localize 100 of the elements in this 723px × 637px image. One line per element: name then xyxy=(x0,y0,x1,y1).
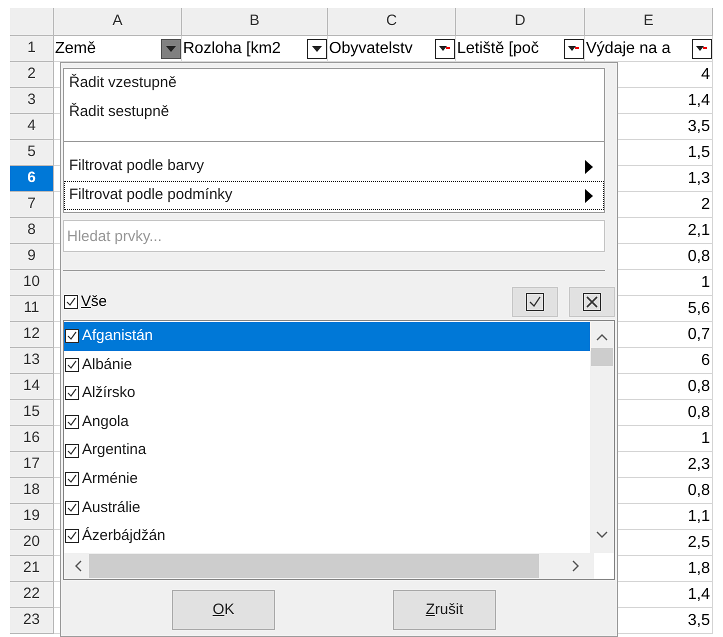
list-item-label: Afganistán xyxy=(82,326,153,346)
cell-value: 1,5 xyxy=(688,142,710,162)
row-header[interactable]: 9 xyxy=(10,244,54,270)
search-field[interactable]: Hledat prvky... xyxy=(63,220,605,252)
uncheck-all-button[interactable] xyxy=(569,287,615,317)
row-header[interactable]: 16 xyxy=(10,426,54,452)
row-header[interactable]: 4 xyxy=(10,114,54,140)
cell-value: 2 xyxy=(701,194,710,214)
check-all-button[interactable] xyxy=(512,287,558,317)
column-header[interactable]: C xyxy=(328,8,456,36)
row-header[interactable]: 18 xyxy=(10,478,54,504)
vertical-scrollbar[interactable] xyxy=(590,321,614,553)
row-header[interactable]: 19 xyxy=(10,504,54,530)
list-item-label: Alžírsko xyxy=(82,383,136,404)
cell-value: 2,3 xyxy=(688,454,710,474)
menu-item[interactable]: Filtrovat podle barvy xyxy=(64,152,604,181)
menu-item[interactable]: Filtrovat podle podmínky xyxy=(64,181,604,210)
cell-value: 1,4 xyxy=(688,584,710,604)
cell-value: 5,6 xyxy=(688,298,710,318)
list-item[interactable]: Afganistán xyxy=(64,322,593,351)
list-item-label: Argentina xyxy=(82,440,146,460)
list-item-label: Ázerbájdžán xyxy=(82,526,166,546)
autofilter-button[interactable] xyxy=(307,38,327,58)
list-item[interactable]: Angola xyxy=(64,408,593,436)
row-header[interactable]: 6 xyxy=(10,166,54,192)
list-item-label: Albánie xyxy=(82,354,132,375)
cell-value: 2,1 xyxy=(688,220,710,240)
row-header[interactable]: 13 xyxy=(10,348,54,374)
cell-value: 1 xyxy=(701,428,710,448)
row-header[interactable]: 3 xyxy=(10,88,54,114)
row-header[interactable]: 10 xyxy=(10,270,54,296)
cell-value: 0,8 xyxy=(688,402,710,422)
menu-item-label: Filtrovat podle podmínky xyxy=(69,185,232,206)
row-header[interactable]: 8 xyxy=(10,218,54,244)
row-header[interactable]: 22 xyxy=(10,582,54,608)
row-header[interactable]: 17 xyxy=(10,452,54,478)
list-item-label: Angola xyxy=(82,412,129,432)
cell-value: 4 xyxy=(701,64,710,84)
cell-value: 6 xyxy=(701,350,710,370)
column-header[interactable]: B xyxy=(182,8,328,36)
list-item[interactable]: Arménie xyxy=(64,464,593,494)
autofilter-button[interactable] xyxy=(161,38,181,58)
dialog-button[interactable]: OK xyxy=(172,590,275,630)
row-header[interactable]: 5 xyxy=(10,140,54,166)
cell-value: 3,5 xyxy=(688,610,710,630)
submenu-arrow-icon xyxy=(585,160,593,174)
cell-value: 0,8 xyxy=(688,246,710,266)
list-item[interactable]: Argentina xyxy=(64,436,593,465)
cell-value: 3,5 xyxy=(688,116,710,136)
list-item[interactable]: Ázerbájdžán xyxy=(64,522,593,551)
scrollbar-thumb[interactable] xyxy=(591,348,613,366)
list-item-label: Austrálie xyxy=(82,498,140,518)
submenu-arrow-icon xyxy=(585,188,593,202)
scroll-down-icon xyxy=(596,531,608,539)
column-header[interactable]: E xyxy=(585,8,713,36)
list-item[interactable]: Alžírsko xyxy=(64,379,593,408)
autofilter-button[interactable] xyxy=(564,38,584,58)
list-item[interactable]: Albánie xyxy=(64,350,593,380)
cell-value: 0,8 xyxy=(688,376,710,396)
horizontal-scrollbar[interactable] xyxy=(64,553,594,579)
cell-text: Obyvatelstv xyxy=(328,38,413,58)
corner-cell xyxy=(10,8,54,36)
row-header[interactable]: 20 xyxy=(10,530,54,556)
autofilter-button[interactable] xyxy=(435,38,455,58)
cell-value: 0,8 xyxy=(688,480,710,500)
cell-text: Země xyxy=(54,38,96,58)
scroll-up-icon xyxy=(596,333,608,341)
cell-value: 1,4 xyxy=(688,90,710,110)
list-item[interactable]: Austrálie xyxy=(64,494,593,522)
cell-value: 1,3 xyxy=(688,168,710,188)
column-header[interactable]: A xyxy=(54,8,182,36)
autofilter-button[interactable] xyxy=(692,38,712,58)
cell-value: 1,1 xyxy=(688,506,710,526)
row-header[interactable]: 11 xyxy=(10,296,54,322)
row-header[interactable]: 21 xyxy=(10,556,54,582)
row-header[interactable]: 15 xyxy=(10,400,54,426)
cell-value: 1 xyxy=(701,272,710,292)
row-header[interactable]: 12 xyxy=(10,322,54,348)
cell-value: 1,8 xyxy=(688,558,710,578)
menu-item[interactable]: Řadit sestupně xyxy=(64,98,604,127)
list-item-label: Arménie xyxy=(82,469,138,490)
row-header[interactable]: 1 xyxy=(10,36,54,62)
close-icon xyxy=(583,293,601,311)
row-header[interactable]: 2 xyxy=(10,62,54,88)
cell-value: 0,7 xyxy=(688,324,710,344)
menu-item-label: Filtrovat podle barvy xyxy=(69,156,204,176)
row-header[interactable]: 14 xyxy=(10,374,54,400)
select-all-checkbox[interactable]: Vše xyxy=(63,290,107,314)
dialog-button[interactable]: Zrušit xyxy=(393,590,496,630)
scrollbar-thumb[interactable] xyxy=(89,554,539,578)
menu-item-label: Řadit sestupně xyxy=(69,102,170,122)
row-header[interactable]: 23 xyxy=(10,608,54,634)
cell-text: Letiště [poč xyxy=(456,38,539,58)
checkbox-checked-icon xyxy=(526,293,544,311)
row-header[interactable]: 7 xyxy=(10,192,54,218)
cell-value: 2,5 xyxy=(688,532,710,552)
menu-item-label: Řadit vzestupně xyxy=(69,72,177,94)
column-header[interactable]: D xyxy=(456,8,585,36)
cell-text: Výdaje na a xyxy=(585,38,671,58)
menu-item[interactable]: Řadit vzestupně xyxy=(64,69,604,98)
